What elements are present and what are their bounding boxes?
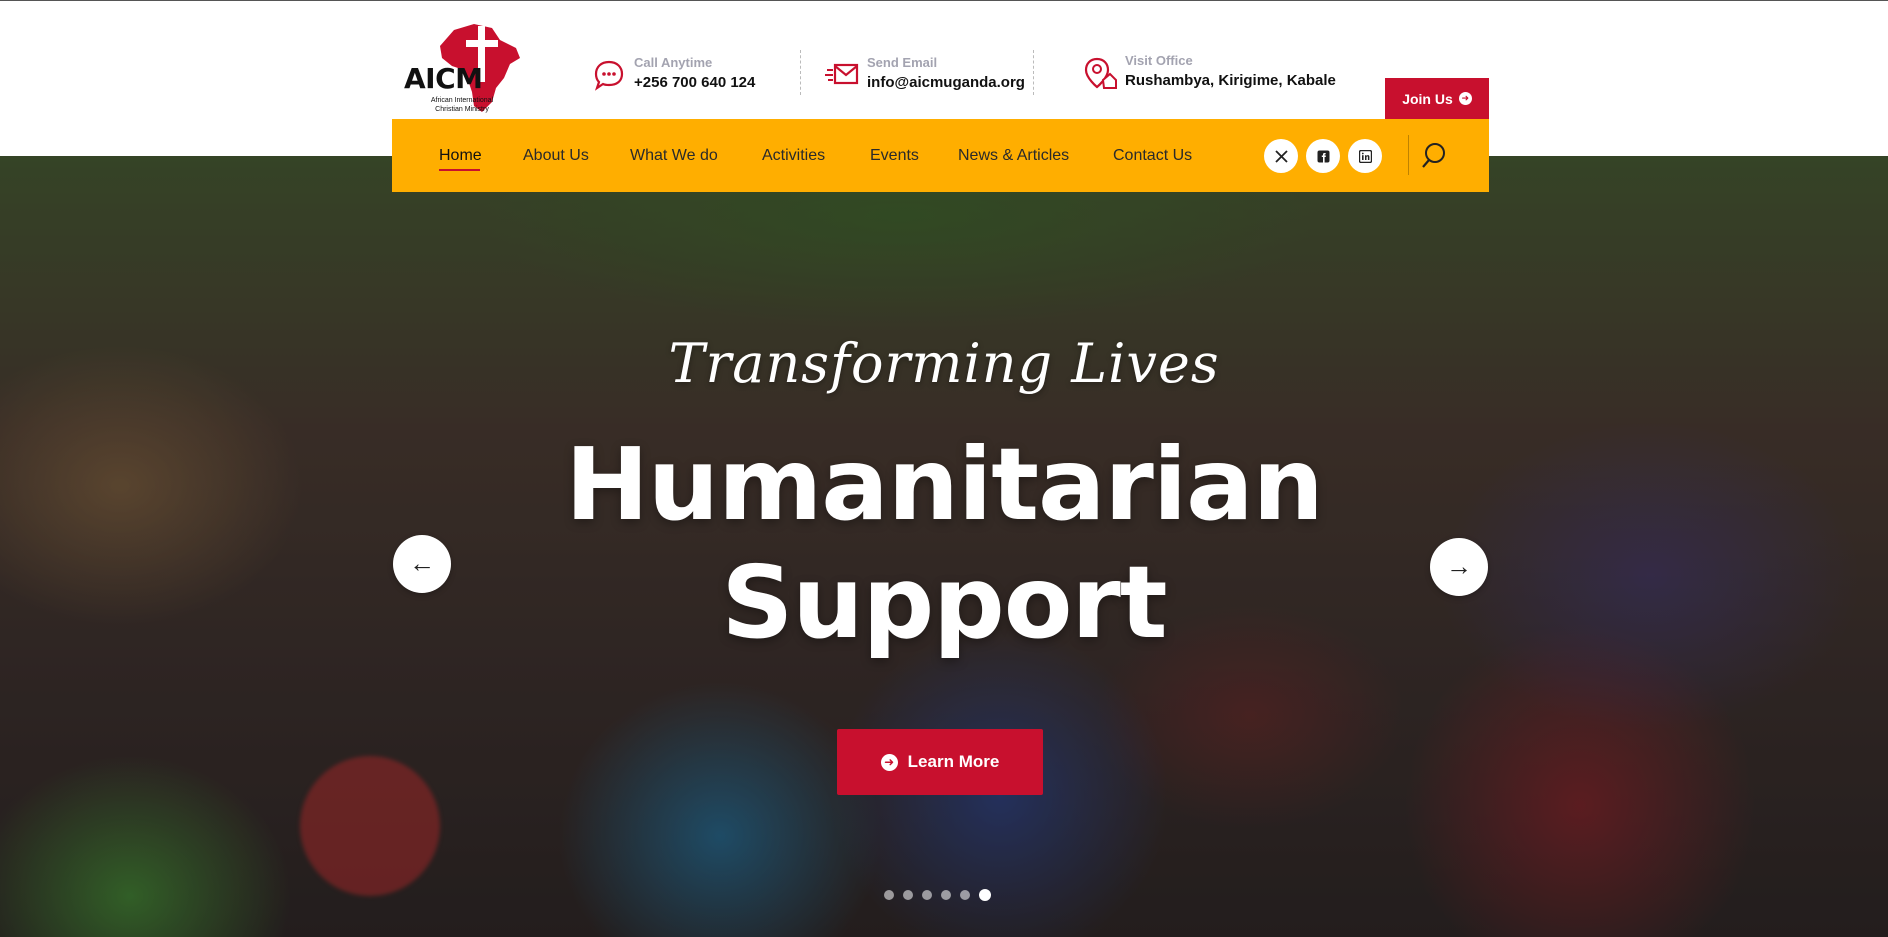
hero-script-text: Transforming Lives <box>668 332 1220 395</box>
hero-slider: Transforming Lives Humanitarian Support … <box>0 156 1888 937</box>
slider-dot[interactable] <box>903 890 913 900</box>
top-border <box>0 0 1888 1</box>
nav-item-activities[interactable]: Activities <box>762 147 825 165</box>
slider-dot[interactable] <box>884 890 894 900</box>
nav-item-about-us[interactable]: About Us <box>523 147 589 165</box>
nav-item-what-we-do[interactable]: What We do <box>630 147 718 165</box>
location-home-icon <box>1084 57 1117 89</box>
slider-dot[interactable] <box>922 890 932 900</box>
linkedin-link[interactable] <box>1348 139 1382 173</box>
divider <box>800 50 801 95</box>
join-us-label: Join Us <box>1402 90 1453 107</box>
learn-more-label: Learn More <box>907 752 1000 771</box>
chat-bubble-icon <box>594 60 624 91</box>
tagline-line1: African International <box>430 97 494 104</box>
slider-dot-active[interactable] <box>979 889 991 901</box>
arrow-circle-right-icon: ➜ <box>880 753 898 771</box>
contact-email-value: info@aicmuganda.org <box>867 74 1025 91</box>
brand-tagline: African International Christian Ministry <box>402 96 522 114</box>
contact-email-label: Send Email <box>867 55 938 70</box>
site-logo[interactable]: AICM African International Christian Min… <box>402 22 524 116</box>
nav-item-home[interactable]: Home <box>439 147 482 165</box>
hero-title: Humanitarian Support <box>0 426 1888 662</box>
hero-title-line2: Support <box>721 544 1167 661</box>
contact-office[interactable]: Visit Office Rushambya, Kirigime, Kabale <box>1083 53 1336 90</box>
hero-title-line1: Humanitarian <box>565 426 1324 543</box>
arrow-circle-right-icon: ➜ <box>1458 92 1472 105</box>
nav-item-news-articles[interactable]: News & Articles <box>958 147 1069 165</box>
twitter-link[interactable] <box>1264 139 1298 173</box>
nav-active-underline <box>439 169 480 171</box>
slider-next-button[interactable]: → <box>1430 538 1488 596</box>
tagline-line2: Christian Ministry <box>435 106 489 113</box>
contact-office-value: Rushambya, Kirigime, Kabale <box>1125 72 1336 89</box>
contact-phone-value: +256 700 640 124 <box>634 74 756 91</box>
main-nav: Home About Us What We do Activities Even… <box>392 119 1489 192</box>
contact-office-label: Visit Office <box>1125 53 1193 68</box>
slider-dot[interactable] <box>960 890 970 900</box>
nav-divider <box>1408 135 1409 175</box>
arrow-left-icon: ← <box>409 548 435 578</box>
divider <box>1033 50 1034 95</box>
contact-phone-label: Call Anytime <box>634 55 713 70</box>
arrow-right-icon: → <box>1446 551 1472 581</box>
facebook-icon <box>1317 150 1329 162</box>
search-icon[interactable] <box>1420 141 1450 171</box>
slider-dot[interactable] <box>941 890 951 900</box>
linkedin-icon <box>1358 149 1372 163</box>
contact-email[interactable]: Send Email info@aicmuganda.org <box>825 55 1025 92</box>
facebook-link[interactable] <box>1306 139 1340 173</box>
brand-name: AICM <box>404 62 483 95</box>
nav-item-contact-us[interactable]: Contact Us <box>1113 147 1192 165</box>
contact-phone[interactable]: Call Anytime +256 700 640 124 <box>592 55 755 92</box>
nav-item-events[interactable]: Events <box>870 147 919 165</box>
learn-more-button[interactable]: ➜ Learn More <box>837 729 1043 795</box>
envelope-icon <box>825 63 859 85</box>
slider-dots <box>884 889 991 901</box>
twitter-icon <box>1274 149 1288 163</box>
slider-prev-button[interactable]: ← <box>393 535 451 593</box>
join-us-button[interactable]: Join Us ➜ <box>1385 78 1489 119</box>
